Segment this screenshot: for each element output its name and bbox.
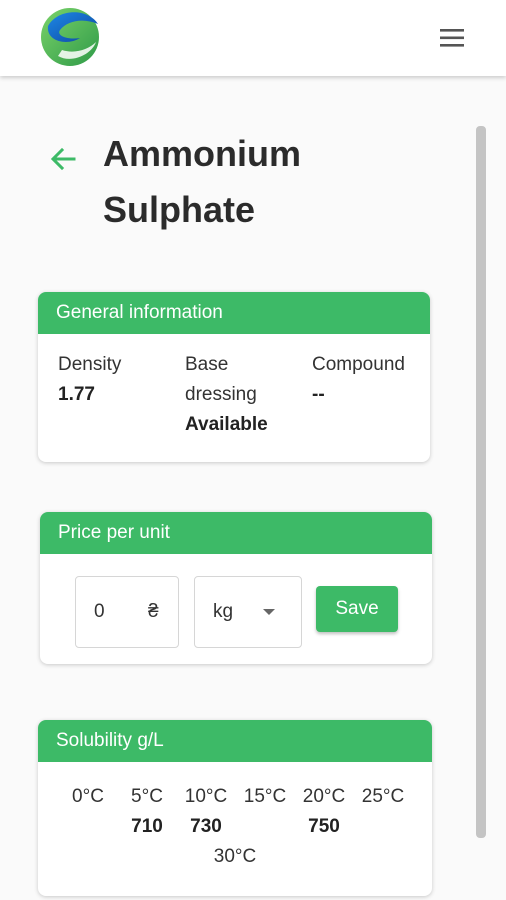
price-per-unit-card: Price per unit 0 ₴ kg Save: [40, 512, 432, 664]
page-title-line1: Ammonium: [103, 133, 301, 174]
solubility-value-5: 710: [131, 816, 163, 837]
base-dressing-column: Base dressing Available: [185, 350, 268, 440]
dropdown-caret-icon: [263, 609, 275, 615]
general-information-card: General information Density 1.77 Base dr…: [38, 292, 430, 462]
save-button[interactable]: Save: [316, 586, 398, 632]
solubility-temp-5: 5°C: [131, 786, 163, 807]
app-bar: [0, 0, 506, 76]
price-per-unit-heading: Price per unit: [40, 512, 432, 554]
arrow-left-icon[interactable]: [46, 142, 80, 176]
company-logo[interactable]: [38, 6, 102, 68]
solubility-temp-20: 20°C: [302, 786, 346, 807]
density-column: Density 1.77: [58, 350, 121, 410]
unit-select-value: kg: [213, 601, 234, 622]
hamburger-menu-icon[interactable]: [432, 22, 472, 54]
base-dressing-label-line2: dressing: [185, 384, 257, 405]
solubility-temp-25: 25°C: [361, 786, 405, 807]
solubility-card: Solubility g/L 0°C 5°C 10°C 15°C 20°C 25…: [38, 720, 432, 896]
solubility-heading: Solubility g/L: [38, 720, 432, 762]
solubility-temp-30: 30°C: [213, 846, 257, 867]
price-input[interactable]: 0 ₴: [75, 576, 179, 648]
solubility-temp-15: 15°C: [243, 786, 287, 807]
solubility-value-10: 730: [190, 816, 222, 837]
compound-value: --: [312, 384, 325, 405]
base-dressing-label-line1: Base: [185, 354, 229, 375]
density-value: 1.77: [58, 384, 95, 405]
unit-select[interactable]: kg: [194, 576, 302, 648]
page-title: Ammonium Sulphate: [103, 126, 433, 238]
solubility-temp-0: 0°C: [72, 786, 104, 807]
price-input-value: 0: [94, 601, 105, 622]
compound-label: Compound: [312, 354, 405, 375]
scrollbar[interactable]: [476, 126, 486, 838]
currency-symbol: ₴: [148, 601, 159, 622]
page-title-line2: Sulphate: [103, 189, 256, 230]
compound-column: Compound --: [312, 350, 405, 410]
density-label: Density: [58, 354, 122, 375]
general-information-heading: General information: [38, 292, 430, 334]
solubility-temp-10: 10°C: [184, 786, 228, 807]
solubility-value-20: 750: [308, 816, 340, 837]
base-dressing-value: Available: [185, 414, 268, 435]
